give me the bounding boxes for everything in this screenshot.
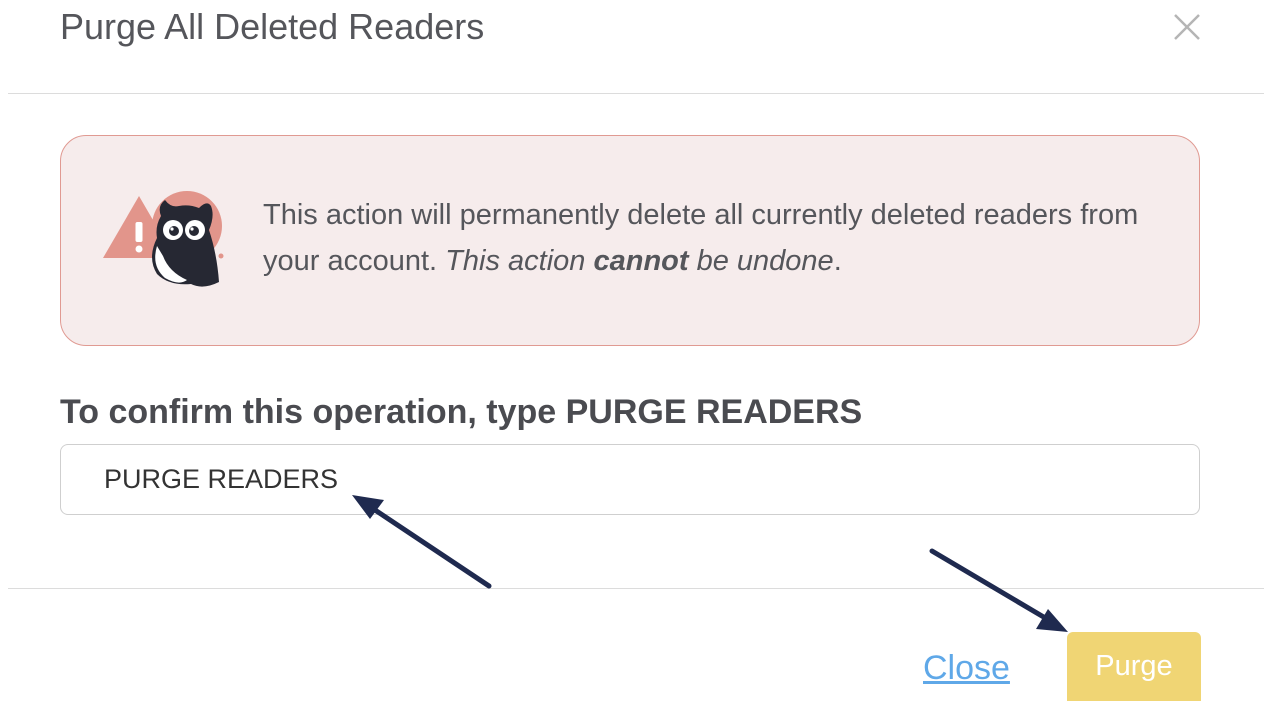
alert-message: This action will permanently delete all … bbox=[263, 192, 1163, 284]
alert-text-strong: cannot bbox=[593, 245, 689, 277]
close-x-icon[interactable] bbox=[1168, 8, 1206, 46]
purge-readers-modal: Purge All Deleted Readers This action wi… bbox=[0, 0, 1266, 701]
alert-text-end: . bbox=[833, 245, 842, 277]
alert-text-emphasis-prefix: This action bbox=[445, 245, 586, 277]
modal-title: Purge All Deleted Readers bbox=[60, 6, 485, 47]
footer-divider bbox=[8, 588, 1264, 589]
confirm-label: To confirm this operation, type PURGE RE… bbox=[60, 393, 863, 431]
header-divider bbox=[8, 93, 1264, 94]
alert-text-emphasis-suffix: be undone bbox=[696, 245, 834, 277]
purge-button[interactable]: Purge bbox=[1067, 632, 1201, 701]
annotation-arrows bbox=[352, 495, 1068, 632]
close-link[interactable]: Close bbox=[923, 647, 1010, 689]
owl-warning-icon bbox=[103, 191, 224, 287]
warning-alert: This action will permanently delete all … bbox=[60, 135, 1200, 346]
annotation-arrow-purge bbox=[929, 548, 1068, 632]
confirm-text-input[interactable] bbox=[60, 444, 1200, 515]
